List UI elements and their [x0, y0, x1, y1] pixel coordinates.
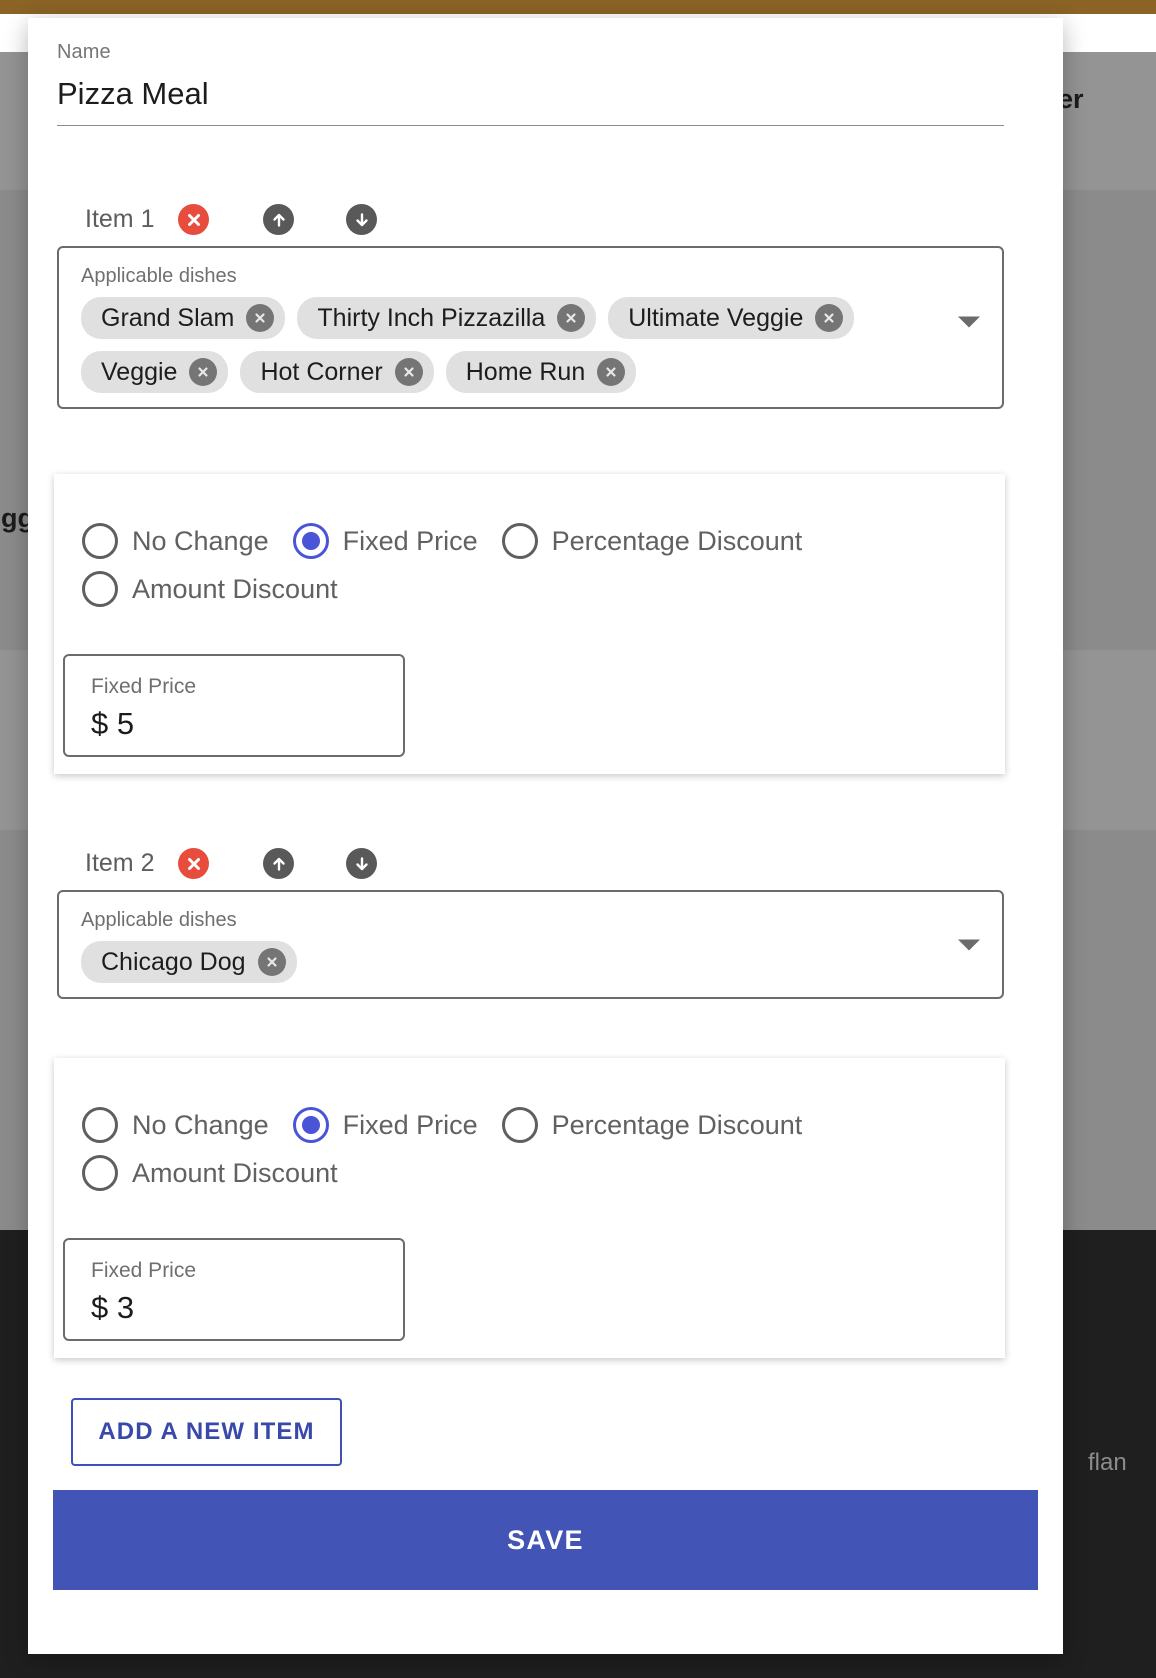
arrow-down-circle-icon[interactable]	[346, 204, 377, 235]
radio-label: Fixed Price	[343, 528, 478, 555]
radio-label: Amount Discount	[132, 576, 338, 603]
fixed-price-value[interactable]: $ 5	[91, 705, 403, 742]
list-item[interactable]: Grand Slam	[81, 297, 285, 339]
chip-label: Ultimate Veggie	[628, 306, 803, 331]
radio-label: Percentage Discount	[552, 1112, 803, 1139]
delete-circle-icon[interactable]	[178, 204, 209, 235]
chevron-down-icon[interactable]	[958, 317, 980, 328]
radio-circle-icon[interactable]	[82, 1107, 118, 1143]
item-2-dishes-label: Applicable dishes	[81, 908, 942, 932]
radio-percentage-discount[interactable]: Percentage Discount	[488, 1102, 803, 1148]
add-a-new-item-button[interactable]: ADD A NEW ITEM	[71, 1398, 342, 1466]
item-1-pricing-options: No Change Fixed Price Percentage Discoun…	[54, 518, 934, 612]
radio-amount-discount[interactable]: Amount Discount	[68, 1150, 924, 1196]
item-1-label: Item 1	[85, 207, 154, 232]
radio-no-change[interactable]: No Change	[68, 1102, 269, 1148]
list-item[interactable]: Hot Corner	[240, 351, 433, 393]
close-icon[interactable]	[597, 358, 625, 386]
item-1-chip-list: Grand Slam Thirty Inch Pizzazilla Ultima…	[81, 297, 942, 393]
fixed-price-value[interactable]: $ 3	[91, 1289, 403, 1326]
chip-label: Grand Slam	[101, 306, 234, 331]
delete-circle-icon[interactable]	[178, 848, 209, 879]
fixed-price-label: Fixed Price	[91, 1258, 403, 1283]
radio-amount-discount[interactable]: Amount Discount	[68, 566, 924, 612]
name-underline	[57, 125, 1004, 126]
meal-editor-modal: Name Pizza Meal Item 1 Applicable dishes	[28, 18, 1063, 1654]
fixed-price-label: Fixed Price	[91, 674, 403, 699]
item-2-chip-list: Chicago Dog	[81, 941, 942, 983]
radio-dot	[302, 1116, 320, 1134]
app-topbar	[0, 0, 1156, 14]
chip-label: Veggie	[101, 360, 177, 385]
radio-label: Amount Discount	[132, 1160, 338, 1187]
name-input-value[interactable]: Pizza Meal	[57, 75, 1004, 114]
radio-circle-icon[interactable]	[82, 571, 118, 607]
save-button[interactable]: SAVE	[53, 1490, 1038, 1590]
radio-percentage-discount[interactable]: Percentage Discount	[488, 518, 803, 564]
radio-circle-selected-icon[interactable]	[293, 1107, 329, 1143]
radio-fixed-price[interactable]: Fixed Price	[279, 1102, 478, 1148]
chip-label: Home Run	[466, 360, 586, 385]
arrow-down-circle-icon[interactable]	[346, 848, 377, 879]
radio-dot	[302, 532, 320, 550]
arrow-up-circle-icon[interactable]	[263, 204, 294, 235]
list-item[interactable]: Chicago Dog	[81, 941, 297, 983]
item-1-dishes-select[interactable]: Applicable dishes Grand Slam Thirty Inch…	[57, 246, 1004, 409]
modal-content: Name Pizza Meal Item 1 Applicable dishes	[28, 18, 1063, 1654]
close-icon[interactable]	[395, 358, 423, 386]
radio-label: No Change	[132, 1112, 269, 1139]
close-icon[interactable]	[557, 304, 585, 332]
radio-circle-icon[interactable]	[82, 1155, 118, 1191]
item-2-fixed-price-input[interactable]: Fixed Price $ 3	[63, 1238, 405, 1341]
chip-label: Chicago Dog	[101, 950, 246, 975]
item-2-header: Item 2	[85, 848, 377, 879]
name-label: Name	[57, 40, 1004, 64]
item-2-dishes-select[interactable]: Applicable dishes Chicago Dog	[57, 890, 1004, 999]
item-2-pricing-options: No Change Fixed Price Percentage Discoun…	[54, 1102, 934, 1196]
radio-label: Percentage Discount	[552, 528, 803, 555]
list-item[interactable]: Ultimate Veggie	[608, 297, 854, 339]
radio-circle-selected-icon[interactable]	[293, 523, 329, 559]
list-item[interactable]: Veggie	[81, 351, 228, 393]
chip-label: Hot Corner	[260, 360, 382, 385]
close-icon[interactable]	[258, 948, 286, 976]
background-text-footer: flan	[1088, 1449, 1127, 1477]
radio-no-change[interactable]: No Change	[68, 518, 269, 564]
close-icon[interactable]	[246, 304, 274, 332]
item-2-label: Item 2	[85, 851, 154, 876]
chevron-down-icon[interactable]	[958, 939, 980, 950]
radio-circle-icon[interactable]	[502, 523, 538, 559]
radio-fixed-price[interactable]: Fixed Price	[279, 518, 478, 564]
radio-label: No Change	[132, 528, 269, 555]
item-2-pricing-card: No Change Fixed Price Percentage Discoun…	[54, 1058, 1005, 1358]
radio-circle-icon[interactable]	[82, 523, 118, 559]
item-1-fixed-price-input[interactable]: Fixed Price $ 5	[63, 654, 405, 757]
item-1-header: Item 1	[85, 204, 377, 235]
item-1-dishes-label: Applicable dishes	[81, 264, 942, 288]
radio-label: Fixed Price	[343, 1112, 478, 1139]
close-icon[interactable]	[815, 304, 843, 332]
close-icon[interactable]	[189, 358, 217, 386]
arrow-up-circle-icon[interactable]	[263, 848, 294, 879]
radio-circle-icon[interactable]	[502, 1107, 538, 1143]
list-item[interactable]: Home Run	[446, 351, 637, 393]
item-1-pricing-card: No Change Fixed Price Percentage Discoun…	[54, 474, 1005, 774]
chip-label: Thirty Inch Pizzazilla	[317, 306, 545, 331]
list-item[interactable]: Thirty Inch Pizzazilla	[297, 297, 596, 339]
name-field[interactable]: Name Pizza Meal	[57, 40, 1004, 126]
